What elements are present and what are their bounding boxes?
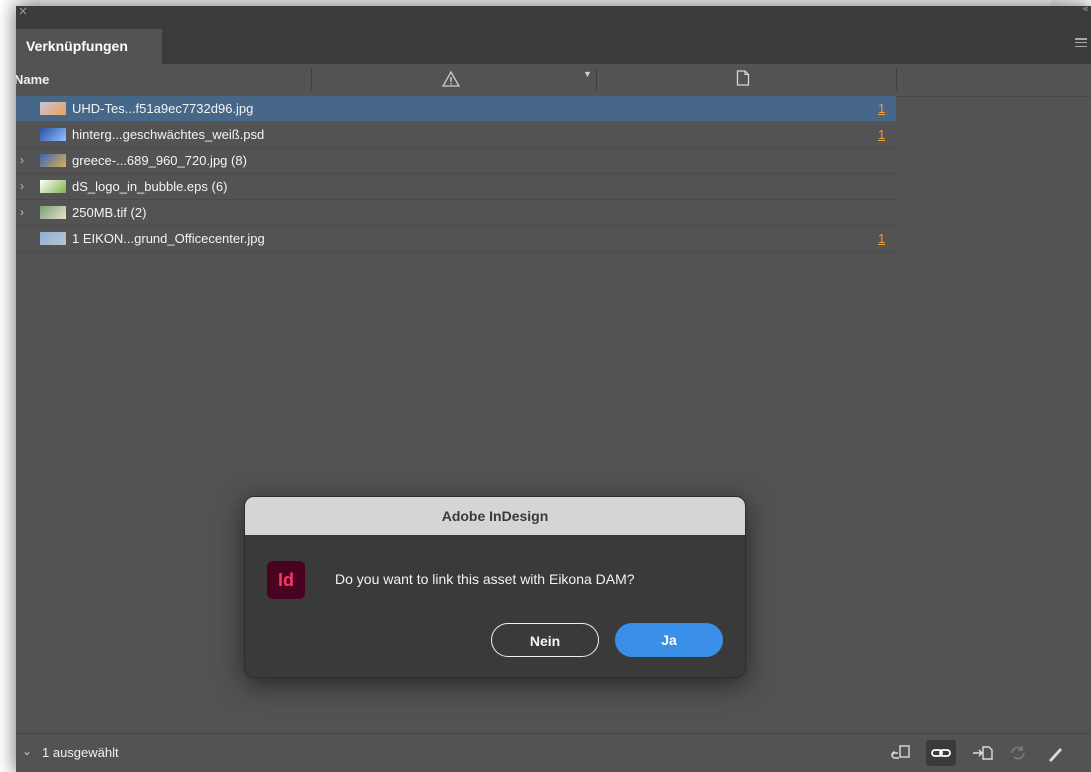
links-panel: × ‹‹ Verknüpfungen Name ▼ UHD-Tes...f51a… <box>16 6 1091 772</box>
dialog-message: Do you want to link this asset with Eiko… <box>335 571 635 587</box>
column-header: Name ▼ <box>16 64 1091 97</box>
thumbnail-icon <box>40 232 66 245</box>
edit-original-icon[interactable] <box>1046 743 1066 763</box>
tab-links[interactable]: Verknüpfungen <box>16 29 162 64</box>
chevron-down-icon[interactable]: ⌄ <box>22 744 32 758</box>
page-link[interactable]: 1 <box>878 96 885 121</box>
page-link[interactable]: 1 <box>878 122 885 147</box>
link-name: greece-...689_960_720.jpg (8) <box>72 153 247 168</box>
page-icon[interactable] <box>736 70 750 86</box>
links-list: UHD-Tes...f51a9ec7732d96.jpg 1 hinterg...g… <box>16 96 896 252</box>
column-divider[interactable] <box>311 68 312 90</box>
dialog-title: Adobe InDesign <box>245 497 745 535</box>
selection-count: 1 ausgewählt <box>42 745 119 760</box>
panel-title-bar: × ‹‹ <box>16 6 1091 26</box>
yes-button[interactable]: Ja <box>615 623 723 657</box>
link-row[interactable]: UHD-Tes...f51a9ec7732d96.jpg 1 <box>16 96 896 122</box>
link-row[interactable]: hinterg...geschwächtes_weiß.psd 1 <box>16 122 896 148</box>
link-icon[interactable] <box>926 740 956 766</box>
confirm-dialog: Adobe InDesign Id Do you want to link th… <box>244 496 746 678</box>
chevron-right-icon[interactable]: › <box>20 174 24 199</box>
thumbnail-icon <box>40 128 66 141</box>
thumbnail-icon <box>40 180 66 193</box>
update-link-icon[interactable] <box>1008 743 1028 763</box>
link-row[interactable]: › dS_logo_in_bubble.eps (6) <box>16 174 896 200</box>
chevron-right-icon[interactable]: › <box>20 148 24 173</box>
column-divider[interactable] <box>896 68 897 90</box>
tab-strip: Verknüpfungen <box>16 26 1091 64</box>
relink-cc-library-icon[interactable] <box>890 743 910 763</box>
link-row[interactable]: › greece-...689_960_720.jpg (8) <box>16 148 896 174</box>
no-button[interactable]: Nein <box>491 623 599 657</box>
indesign-app-icon: Id <box>267 561 305 599</box>
column-divider[interactable] <box>596 68 597 90</box>
link-row[interactable]: 1 EIKON...grund_Officecenter.jpg 1 <box>16 226 896 252</box>
thumbnail-icon <box>40 154 66 167</box>
page-link[interactable]: 1 <box>878 226 885 251</box>
panel-footer: ⌄ 1 ausgewählt <box>16 733 1091 772</box>
link-name: hinterg...geschwächtes_weiß.psd <box>72 127 265 142</box>
close-panel-icon[interactable]: × <box>18 6 28 18</box>
sort-down-icon[interactable]: ▼ <box>583 69 592 79</box>
link-name: 250MB.tif (2) <box>72 205 147 220</box>
column-name-header[interactable]: Name <box>16 72 49 87</box>
thumbnail-icon <box>40 206 66 219</box>
link-row[interactable]: › 250MB.tif (2) <box>16 200 896 226</box>
hamburger-menu-icon[interactable] <box>1075 38 1087 48</box>
collapse-panel-icon[interactable]: ‹‹ <box>1082 6 1089 16</box>
link-name: dS_logo_in_bubble.eps (6) <box>72 179 228 194</box>
warning-triangle-icon[interactable] <box>442 70 460 88</box>
goto-link-icon[interactable] <box>972 743 993 763</box>
link-name: 1 EIKON...grund_Officecenter.jpg <box>72 231 265 246</box>
link-name: UHD-Tes...f51a9ec7732d96.jpg <box>72 101 254 116</box>
chevron-right-icon[interactable]: › <box>20 200 24 225</box>
thumbnail-icon <box>40 102 66 115</box>
